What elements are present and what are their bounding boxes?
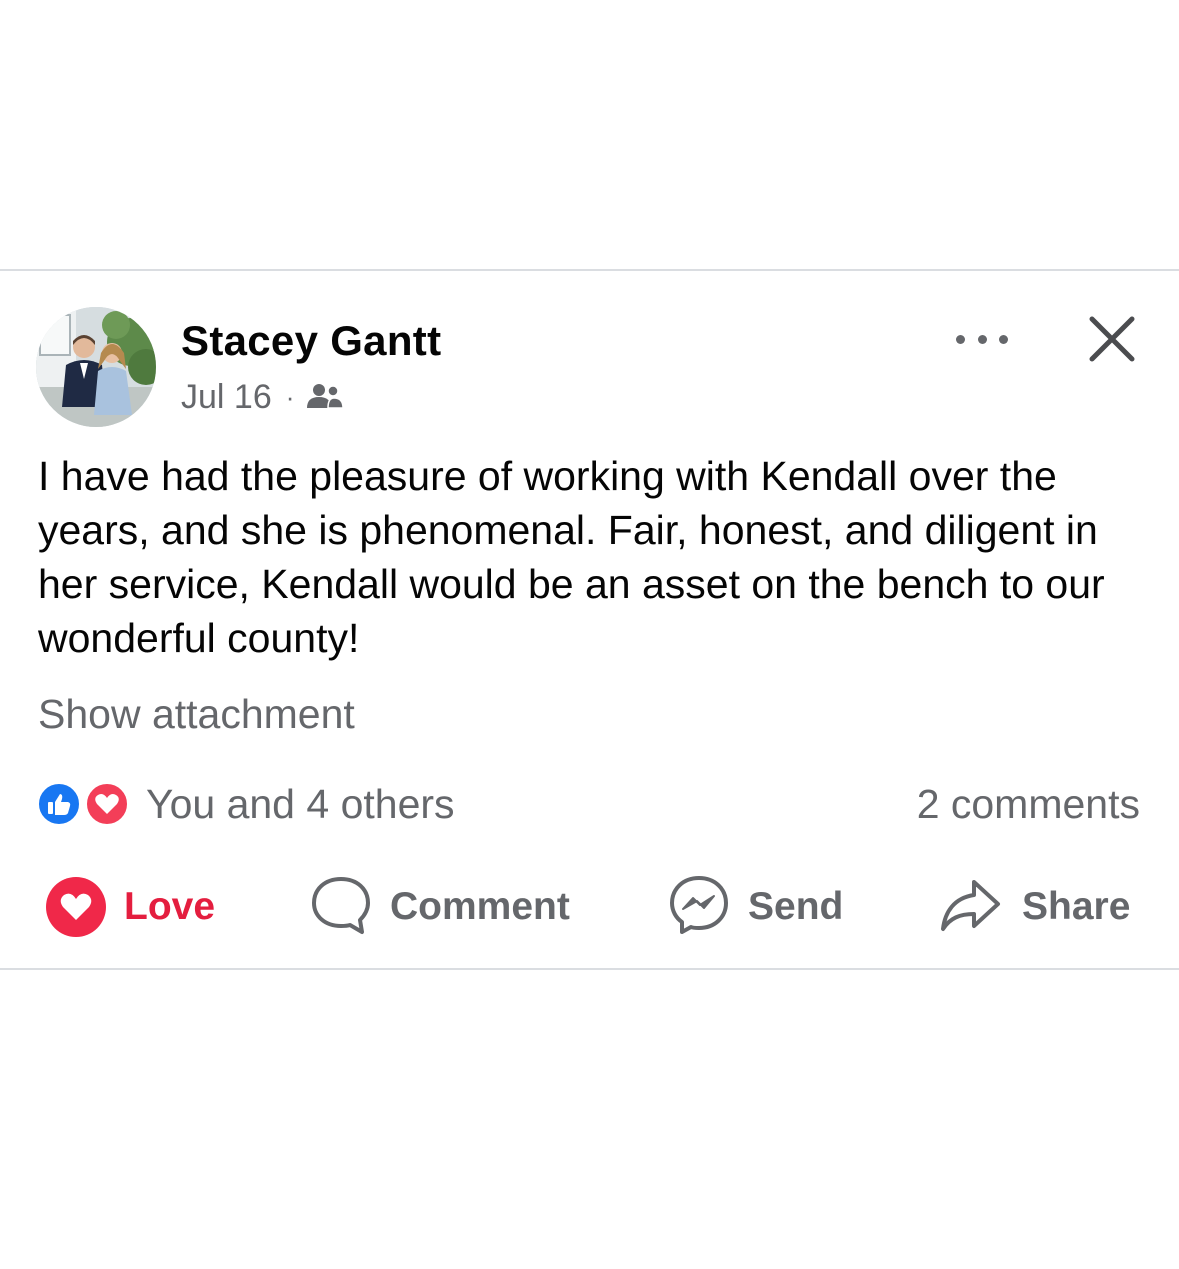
love-button[interactable]: Love — [46, 875, 215, 939]
post-meta: Jul 16 · — [181, 377, 345, 417]
share-button[interactable]: Share — [938, 875, 1130, 939]
love-reaction-icon — [84, 781, 130, 827]
reaction-icons — [36, 779, 134, 829]
like-reaction-icon — [36, 781, 82, 827]
meta-separator: · — [285, 381, 295, 412]
avatar[interactable] — [36, 307, 156, 427]
author-name[interactable]: Stacey Gantt — [181, 317, 441, 365]
reactions-summary[interactable]: You and 4 others — [36, 779, 455, 829]
comment-label: Comment — [390, 885, 570, 928]
friends-icon[interactable] — [306, 382, 345, 412]
reactions-summary-text: You and 4 others — [146, 780, 455, 827]
show-attachment-link[interactable]: Show attachment — [38, 691, 355, 738]
share-icon — [938, 874, 1004, 941]
send-label: Send — [748, 885, 844, 928]
messenger-icon — [668, 874, 730, 941]
post-card: Stacey Gantt Jul 16 · I have had the ple… — [0, 271, 1179, 968]
comments-count[interactable]: 2 comments — [917, 781, 1140, 828]
post-text: I have had the pleasure of working with … — [38, 453, 1105, 661]
comment-icon — [310, 874, 372, 941]
close-icon[interactable] — [1084, 311, 1140, 367]
share-label: Share — [1022, 885, 1131, 928]
more-options-icon[interactable] — [950, 321, 1014, 357]
love-label: Love — [124, 885, 216, 928]
send-button[interactable]: Send — [668, 875, 843, 939]
love-icon — [46, 877, 106, 937]
comment-button[interactable]: Comment — [310, 875, 570, 939]
bottom-divider — [0, 968, 1179, 970]
post-date[interactable]: Jul 16 — [181, 378, 272, 417]
